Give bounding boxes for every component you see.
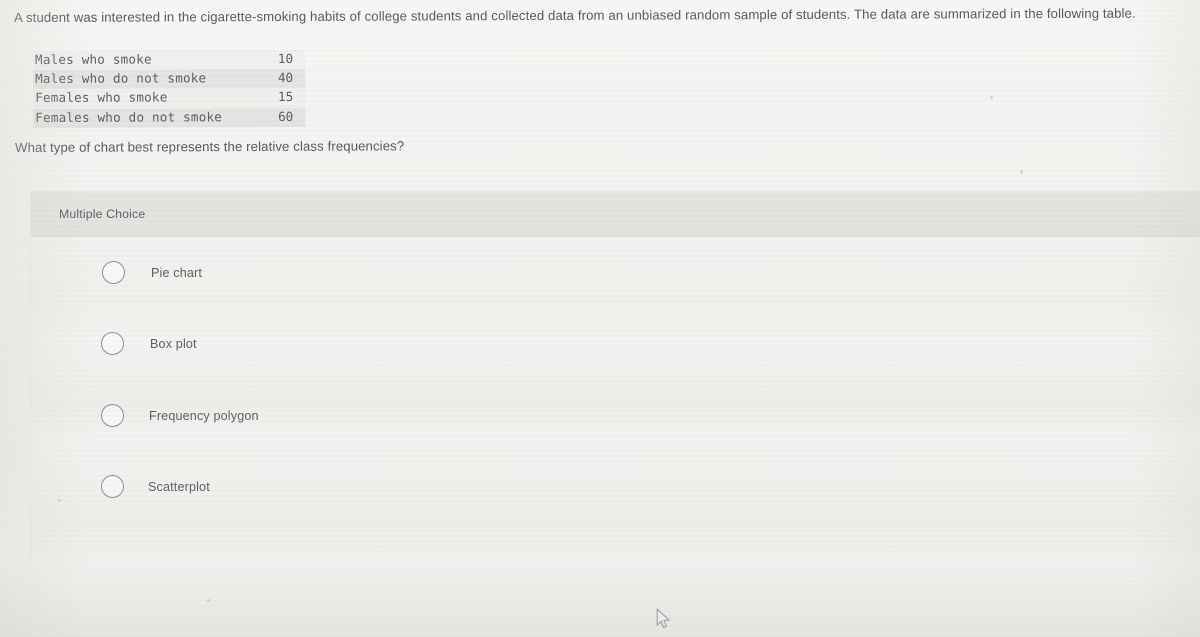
- table-cell-label: Females who do not smoke: [35, 108, 223, 125]
- table-cell-label: Males who smoke: [35, 51, 152, 67]
- answer-option-label: Pie chart: [151, 265, 203, 280]
- mouse-pointer-icon: [656, 608, 670, 629]
- answer-option-box-plot[interactable]: Box plot: [31, 309, 1200, 381]
- photo-speck: [1020, 170, 1023, 174]
- answer-option-label: Scatterplot: [148, 480, 210, 495]
- table-row: Males who smoke 10: [33, 49, 306, 71]
- radio-button-icon[interactable]: [101, 332, 124, 356]
- table-cell-value: 10: [277, 51, 294, 67]
- answer-options-list: Pie chart Box plot Frequency polygon Sca…: [31, 237, 1200, 523]
- question-prompt: What type of chart best represents the r…: [15, 138, 405, 155]
- radio-button-icon[interactable]: [101, 475, 124, 499]
- table-cell-value: 60: [278, 108, 294, 124]
- table-cell-label: Females who smoke: [35, 89, 168, 106]
- answer-option-pie-chart[interactable]: Pie chart: [31, 237, 1200, 309]
- table-cell-label: Males who do not smoke: [35, 70, 207, 87]
- question-stem: A student was interested in the cigarett…: [14, 5, 1136, 25]
- frequency-table: Males who smoke 10 Males who do not smok…: [33, 49, 306, 128]
- radio-button-icon[interactable]: [101, 403, 124, 427]
- radio-button-icon[interactable]: [102, 260, 125, 284]
- table-cell-value: 15: [277, 89, 294, 105]
- answer-card: Multiple Choice Pie chart Box plot Frequ…: [31, 192, 1200, 568]
- frequency-table-body: Males who smoke 10 Males who do not smok…: [33, 49, 306, 128]
- photo-speck: [990, 96, 993, 99]
- multiple-choice-label: Multiple Choice: [59, 207, 146, 221]
- table-cell-value: 40: [277, 70, 294, 86]
- answer-option-label: Frequency polygon: [149, 408, 259, 423]
- answer-option-scatterplot[interactable]: Scatterplot: [31, 452, 1200, 524]
- table-row: Females who do not smoke 60: [33, 107, 306, 128]
- answer-option-label: Box plot: [150, 337, 197, 352]
- answer-card-header: Multiple Choice: [31, 192, 1200, 237]
- table-row: Males who do not smoke 40: [33, 69, 306, 90]
- screen-photo: A student was interested in the cigarett…: [0, 0, 1200, 637]
- table-row: Females who smoke 15: [33, 88, 306, 109]
- answer-option-frequency-polygon[interactable]: Frequency polygon: [31, 380, 1200, 452]
- photo-speck: [207, 599, 210, 602]
